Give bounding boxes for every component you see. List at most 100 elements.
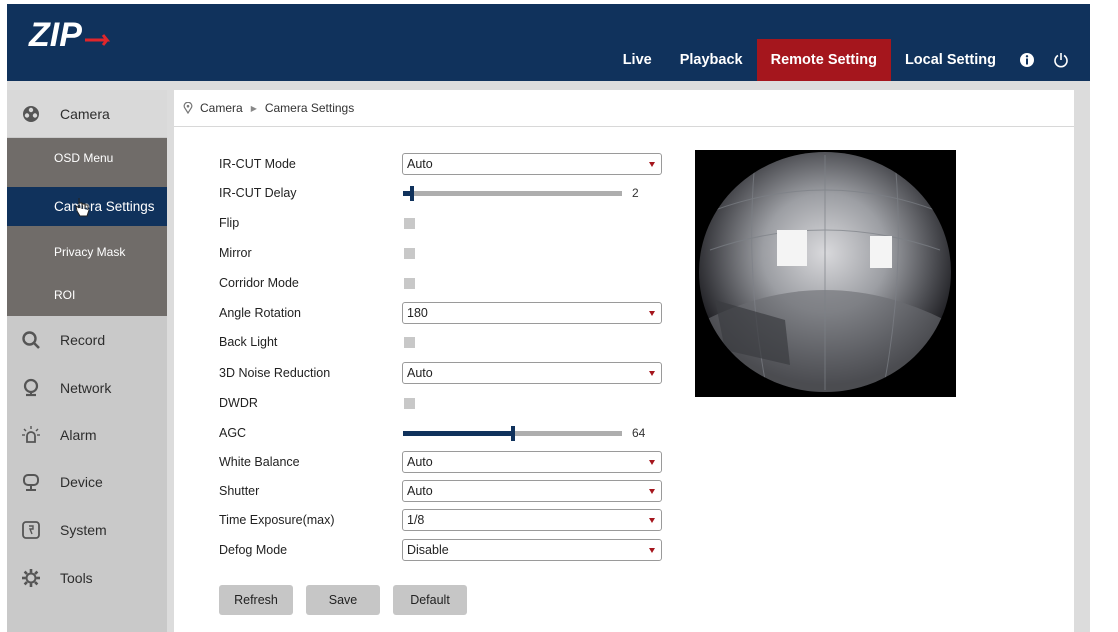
breadcrumb: Camera ▶ Camera Settings xyxy=(174,90,1074,127)
nav-local-setting[interactable]: Local Setting xyxy=(891,39,1010,81)
chevron-down-icon xyxy=(649,371,655,376)
nav-playback[interactable]: Playback xyxy=(666,39,757,81)
field-label: White Balance xyxy=(219,455,300,469)
slider-handle[interactable] xyxy=(410,185,414,201)
default-button[interactable]: Default xyxy=(393,585,467,615)
chevron-down-icon xyxy=(649,162,655,167)
camera-settings-icon xyxy=(23,105,39,122)
time-exposure-select[interactable]: 1/8 xyxy=(402,509,662,531)
sidebar: Camera OSD Menu Camera Settings Privacy … xyxy=(7,90,167,632)
agc-slider[interactable] xyxy=(403,425,622,441)
row-mirror: Mirror xyxy=(219,241,415,265)
field-label: Time Exposure(max) xyxy=(219,513,335,527)
hand-cursor-icon xyxy=(75,198,90,217)
field-label: IR-CUT Delay xyxy=(219,186,297,200)
sidebar-item-camera[interactable]: Camera xyxy=(7,90,167,137)
nav-live[interactable]: Live xyxy=(609,39,666,81)
sidebar-item-system[interactable]: System xyxy=(7,506,167,553)
row-flip: Flip xyxy=(219,211,415,235)
sidebar-item-tools[interactable]: Tools xyxy=(7,554,167,601)
breadcrumb-root[interactable]: Camera xyxy=(200,101,243,115)
white-balance-select[interactable]: Auto xyxy=(402,451,662,473)
main-content: Camera ▶ Camera Settings IR-CUT Mode Aut… xyxy=(174,90,1074,632)
save-button[interactable]: Save xyxy=(306,585,380,615)
sidebar-item-label: Record xyxy=(60,331,106,348)
chevron-down-icon xyxy=(649,489,655,494)
field-label: IR-CUT Mode xyxy=(219,157,296,171)
submenu-privacy-mask[interactable]: Privacy Mask xyxy=(7,232,167,271)
chevron-down-icon xyxy=(649,548,655,553)
row-ir-cut-delay: IR-CUT Delay 2 xyxy=(219,181,639,205)
location-pin-icon xyxy=(23,378,39,396)
info-icon[interactable] xyxy=(1010,39,1044,81)
top-header: ZIP Live Playback Remote Setting Local S… xyxy=(7,4,1090,81)
flip-checkbox[interactable] xyxy=(404,217,415,229)
slider-handle[interactable] xyxy=(511,425,515,441)
mirror-checkbox[interactable] xyxy=(404,247,415,259)
row-corridor-mode: Corridor Mode xyxy=(219,271,415,295)
fisheye-image xyxy=(695,150,956,397)
breadcrumb-separator-icon: ▶ xyxy=(250,103,257,113)
sidebar-item-alarm[interactable]: Alarm xyxy=(7,411,167,458)
sidebar-item-network[interactable]: Network xyxy=(7,364,167,411)
field-label: AGC xyxy=(219,426,247,440)
angle-rotation-select[interactable]: 180 xyxy=(402,302,662,324)
sidebar-item-device[interactable]: Device xyxy=(7,458,167,505)
field-label: Defog Mode xyxy=(219,543,288,557)
field-label: 3D Noise Reduction xyxy=(219,366,331,380)
ir-cut-delay-value: 2 xyxy=(632,186,639,200)
refresh-button[interactable]: Refresh xyxy=(219,585,293,615)
sidebar-item-label: System xyxy=(60,521,107,538)
gear-icon xyxy=(22,568,40,587)
chevron-down-icon xyxy=(649,311,655,316)
camera-submenu: OSD Menu Camera Settings Privacy Mask RO… xyxy=(7,138,167,316)
row-shutter: Shutter Auto xyxy=(219,479,662,503)
sidebar-item-label: Device xyxy=(60,473,103,490)
submenu-roi[interactable]: ROI xyxy=(7,275,167,314)
ir-cut-mode-select[interactable]: Auto xyxy=(402,153,662,175)
page: ZIP Live Playback Remote Setting Local S… xyxy=(0,0,1118,632)
noise-reduction-select[interactable]: Auto xyxy=(402,362,662,384)
breadcrumb-current: Camera Settings xyxy=(264,101,355,115)
shutter-select[interactable]: Auto xyxy=(402,480,662,502)
location-pin-icon xyxy=(183,102,193,114)
field-label: Shutter xyxy=(219,484,260,498)
zip-logo: ZIP xyxy=(28,16,111,54)
row-agc: AGC 64 xyxy=(219,421,645,445)
field-label: Flip xyxy=(219,216,240,230)
row-time-exposure: Time Exposure(max) 1/8 xyxy=(219,508,662,532)
sidebar-item-label: Alarm xyxy=(60,426,97,443)
alarm-bulb-icon xyxy=(22,425,40,443)
main-nav: Live Playback Remote Setting Local Setti… xyxy=(609,39,1090,81)
sidebar-item-label: Tools xyxy=(60,569,93,586)
row-white-balance: White Balance Auto xyxy=(219,450,662,474)
defog-mode-select[interactable]: Disable xyxy=(402,539,662,561)
field-label: DWDR xyxy=(219,396,258,410)
ir-cut-delay-slider[interactable] xyxy=(403,185,622,201)
dwdr-checkbox[interactable] xyxy=(404,397,415,409)
nav-remote-setting[interactable]: Remote Setting xyxy=(756,39,891,81)
row-ir-cut-mode: IR-CUT Mode Auto xyxy=(219,152,662,176)
field-label: Corridor Mode xyxy=(219,276,299,290)
submenu-osd-menu[interactable]: OSD Menu xyxy=(7,138,167,177)
system-icon xyxy=(22,520,40,539)
field-label: Angle Rotation xyxy=(219,306,302,320)
field-label: Mirror xyxy=(219,246,252,260)
power-icon[interactable] xyxy=(1044,39,1078,81)
row-angle-rotation: Angle Rotation 180 xyxy=(219,301,662,325)
monitor-icon xyxy=(23,473,39,491)
search-icon xyxy=(22,330,40,349)
row-back-light: Back Light xyxy=(219,330,415,354)
corridor-mode-checkbox[interactable] xyxy=(404,277,415,289)
camera-preview xyxy=(695,150,956,397)
row-defog-mode: Defog Mode Disable xyxy=(219,538,662,562)
sidebar-item-record[interactable]: Record xyxy=(7,316,167,363)
chevron-down-icon xyxy=(649,518,655,523)
slider-fill xyxy=(403,430,513,436)
field-label: Back Light xyxy=(219,335,278,349)
back-light-checkbox[interactable] xyxy=(404,336,415,348)
row-dwdr: DWDR xyxy=(219,391,415,415)
submenu-camera-settings[interactable]: Camera Settings xyxy=(7,187,167,226)
chevron-down-icon xyxy=(649,460,655,465)
agc-value: 64 xyxy=(632,426,646,440)
